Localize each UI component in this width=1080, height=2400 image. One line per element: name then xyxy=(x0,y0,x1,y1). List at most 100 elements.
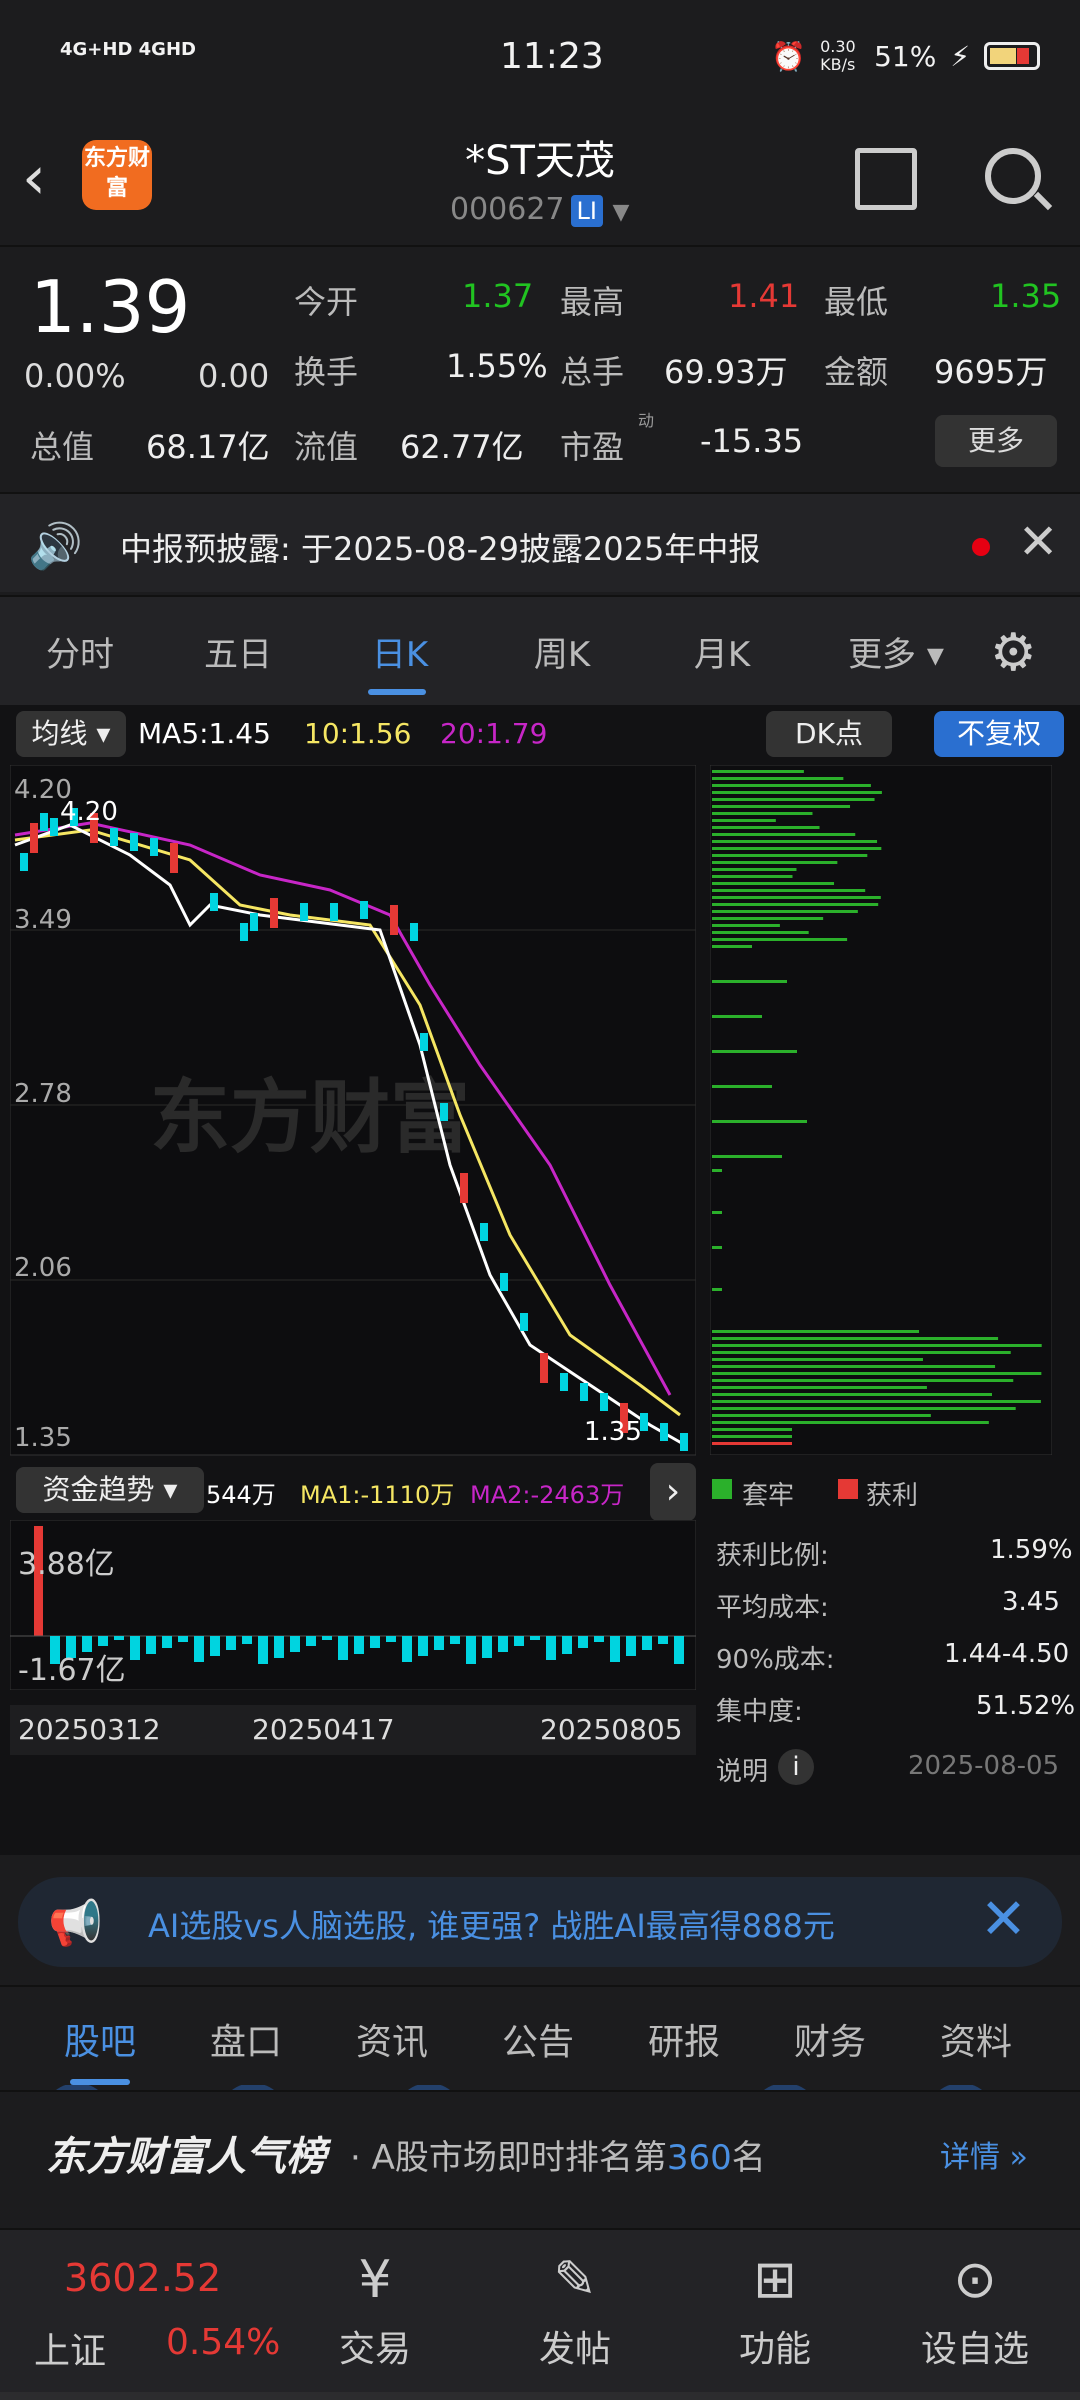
sub-tabs: 股吧 盘口 资讯 公告 研报 财务 资料 xyxy=(0,1985,1080,2085)
fund-bar xyxy=(386,1636,396,1642)
chip-conc-label: 集中度: xyxy=(716,1697,803,1727)
tab-five-day[interactable]: 五日 xyxy=(178,627,298,676)
dk-button[interactable]: DK点 xyxy=(766,711,892,757)
notice-bar[interactable]: 🔊 中报预披露: 于2025-08-29披露2025年中报 ✕ xyxy=(0,492,1080,592)
nav-functions[interactable]: ⊞ 功能 xyxy=(700,2240,850,2372)
trapped-legend-swatch xyxy=(712,1479,732,1499)
more-button[interactable]: 更多 xyxy=(935,415,1057,467)
status-time: 11:23 xyxy=(500,36,604,77)
tab-forum[interactable]: 股吧 xyxy=(64,2013,136,2065)
chevron-down-icon: ▼ xyxy=(612,200,630,225)
ma20-label: 20:1.79 xyxy=(440,717,548,750)
close-icon[interactable]: ✕ xyxy=(1018,514,1058,570)
tab-announcement[interactable]: 公告 xyxy=(502,2013,574,2065)
adjust-button[interactable]: 不复权 xyxy=(934,711,1064,757)
gear-icon[interactable]: ⚙ xyxy=(990,623,1037,683)
index-value[interactable]: 3602.52 xyxy=(64,2256,221,2300)
search-icon[interactable] xyxy=(985,148,1041,204)
chip-bar xyxy=(712,1246,722,1249)
chip-bar xyxy=(712,1358,923,1361)
stock-detail-page: 4G+HD 4GHD 11:23 ⏰ 0.30 KB/s 51% ⚡ ‹ 东方财… xyxy=(0,0,1080,2400)
chip-bar xyxy=(712,1400,1041,1403)
candle xyxy=(440,1103,448,1121)
chip-bar xyxy=(712,945,752,948)
fund-next-arrow[interactable]: › xyxy=(650,1463,696,1521)
header: ‹ 东方财富 *ST天茂 000627 LI ▼ xyxy=(0,118,1080,243)
low-mark: 1.35 xyxy=(584,1417,642,1447)
chip-profit-value: 1.59% xyxy=(990,1535,1073,1565)
index-pct[interactable]: 0.54% xyxy=(166,2322,280,2363)
candle xyxy=(50,818,58,836)
low-label: 最低 xyxy=(824,283,889,321)
nav-post[interactable]: ✎ 发帖 xyxy=(500,2240,650,2372)
stock-code[interactable]: 000627 LI ▼ xyxy=(450,192,629,227)
tab-profile[interactable]: 资料 xyxy=(940,2013,1012,2065)
rank-brand: 东方财富人气榜 xyxy=(46,2134,326,2180)
fund-high: 3.88亿 xyxy=(18,1547,115,1582)
tab-monthly-k[interactable]: 月K xyxy=(662,627,782,676)
tab-more[interactable]: 更多 ▾ xyxy=(836,627,956,676)
chip-bar xyxy=(712,812,813,815)
kline-chart[interactable]: 东方财富 xyxy=(10,765,696,1465)
ad-banner[interactable]: 📢 AI选股vs人脑选股, 谁更强? 战胜AI最高得888元 ✕ xyxy=(18,1877,1062,1967)
charging-icon: ⚡ xyxy=(950,39,970,73)
chip-bar xyxy=(712,1120,807,1123)
tab-research[interactable]: 研报 xyxy=(648,2013,720,2065)
popularity-rank[interactable]: 东方财富人气榜 · A股市场即时排名第360名 详情 » xyxy=(0,2090,1080,2225)
close-icon[interactable]: ✕ xyxy=(980,1887,1027,1952)
date-end: 20250805 xyxy=(540,1713,683,1746)
fund-bar xyxy=(226,1636,236,1650)
fund-bar xyxy=(242,1636,252,1644)
candle xyxy=(130,833,138,851)
pe-sup: 动 xyxy=(638,411,655,430)
fund-bar xyxy=(130,1636,140,1660)
fund-bar xyxy=(594,1636,604,1642)
candle xyxy=(20,853,28,871)
stock-code-text: 000627 xyxy=(450,192,565,227)
rank-detail-link[interactable]: 详情 » xyxy=(940,2132,1028,2176)
fund-bar xyxy=(578,1636,588,1648)
chip-90-value: 1.44-4.50 xyxy=(944,1639,1070,1669)
candle xyxy=(250,913,258,931)
tab-orderbook[interactable]: 盘口 xyxy=(210,2013,282,2065)
chip-bar xyxy=(712,1288,722,1291)
fund-bar xyxy=(450,1636,460,1644)
candle xyxy=(410,923,418,941)
chip-bar xyxy=(712,861,838,864)
open-value: 1.37 xyxy=(462,277,534,315)
megaphone-icon: 📢 xyxy=(48,1898,103,1949)
candle xyxy=(540,1353,548,1383)
tab-intraday[interactable]: 分时 xyxy=(20,627,140,676)
info-icon[interactable]: i xyxy=(778,1749,814,1785)
fund-ma2: MA2:-2463万 xyxy=(470,1481,625,1509)
nav-trade[interactable]: ¥ 交易 xyxy=(300,2240,450,2372)
fund-bar xyxy=(434,1636,444,1650)
tab-daily-k[interactable]: 日K xyxy=(340,627,460,676)
chip-bar xyxy=(712,805,851,808)
candle xyxy=(170,843,178,873)
more-dots-icon: ⊙ xyxy=(953,2250,997,2310)
candle xyxy=(480,1223,488,1241)
pe-label: 市盈 xyxy=(560,428,625,466)
fund-selector[interactable]: 资金趋势 ▾ xyxy=(16,1467,204,1513)
fund-bar xyxy=(674,1636,684,1664)
nav-watchlist-label: 设自选 xyxy=(920,2329,1029,2370)
ma-selector-label: 均线 xyxy=(31,717,88,750)
share-icon[interactable] xyxy=(855,148,917,210)
tab-news[interactable]: 资讯 xyxy=(356,2013,428,2065)
y-label-3: 2.78 xyxy=(14,1079,72,1109)
tab-finance[interactable]: 财务 xyxy=(794,2013,866,2065)
fund-bar xyxy=(482,1636,492,1658)
index-name[interactable]: 上证 xyxy=(34,2322,106,2374)
pe-value: -15.35 xyxy=(700,422,804,460)
chip-profit-label: 获利比例: xyxy=(716,1541,829,1571)
chip-bar xyxy=(712,1344,1042,1347)
ma-selector[interactable]: 均线 ▾ xyxy=(16,711,126,757)
tab-weekly-k[interactable]: 周K xyxy=(502,627,622,676)
chip-bar xyxy=(712,777,844,780)
chip-bar xyxy=(712,1050,797,1053)
chip-bar xyxy=(712,840,878,843)
nav-watchlist[interactable]: ⊙ 设自选 xyxy=(900,2240,1050,2372)
battery-percent: 51% xyxy=(874,39,937,73)
chip-bar xyxy=(712,819,776,822)
